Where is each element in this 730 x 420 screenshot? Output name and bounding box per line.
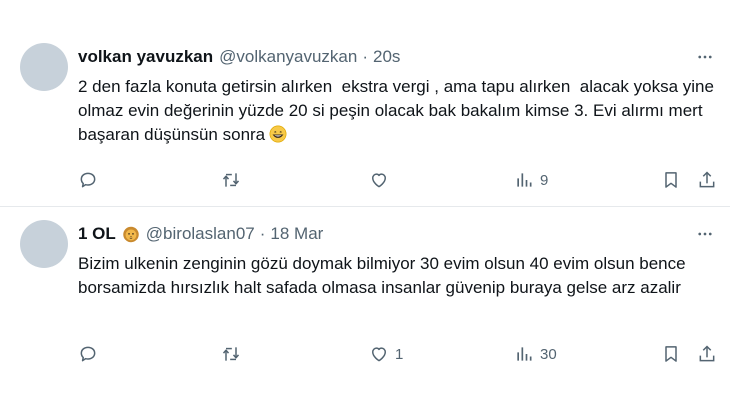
analytics-icon: [517, 173, 532, 187]
analytics-icon: [517, 347, 532, 361]
views-button[interactable]: 30: [514, 342, 557, 366]
reply-button[interactable]: [78, 168, 104, 192]
grinning-face-icon: [269, 125, 287, 143]
lion-face-icon: [123, 226, 139, 243]
author-name[interactable]: volkan yavuzkan: [78, 47, 213, 67]
timestamp[interactable]: 20s: [373, 47, 400, 67]
more-options-icon[interactable]: [694, 223, 716, 245]
timestamp[interactable]: 18 Mar: [270, 224, 323, 244]
heart-icon: [372, 173, 386, 188]
tweet-1[interactable]: volkan yavuzkan @volkanyavuzkan · 20s 2 …: [0, 0, 730, 207]
share-button[interactable]: [697, 342, 717, 366]
separator-dot: ·: [362, 47, 369, 66]
author-name[interactable]: 1 OL: [78, 224, 116, 244]
share-icon: [699, 171, 715, 188]
bookmark-button[interactable]: [661, 342, 681, 366]
view-count: 9: [540, 171, 549, 189]
heart-icon: [372, 347, 386, 362]
retweet-button[interactable]: [221, 168, 247, 192]
reply-button[interactable]: [78, 342, 104, 366]
views-button[interactable]: 9: [514, 168, 548, 192]
tweet-text: Bizim ulkenin zenginin gözü doymak bilmi…: [78, 254, 691, 297]
retweet-button[interactable]: [221, 342, 247, 366]
author-handle[interactable]: @birolaslan07: [146, 224, 255, 244]
retweet-icon: [222, 173, 240, 187]
bookmark-button[interactable]: [661, 168, 681, 192]
retweet-icon: [222, 347, 240, 361]
reply-icon: [80, 172, 96, 188]
separator-dot: ·: [259, 224, 266, 243]
reply-icon: [80, 346, 96, 362]
share-icon: [699, 345, 715, 362]
like-button[interactable]: 1: [369, 342, 403, 366]
avatar[interactable]: [20, 220, 68, 268]
like-count: 1: [395, 345, 404, 363]
tweet-text: 2 den fazla konuta getirsin alırken ekst…: [78, 75, 718, 147]
tweet-header: 1 OL @birolaslan07 · 18 Mar: [78, 223, 323, 245]
author-handle[interactable]: @volkanyavuzkan: [219, 47, 357, 67]
share-button[interactable]: [697, 168, 717, 192]
view-count: 30: [540, 345, 557, 363]
more-options-icon[interactable]: [694, 46, 716, 68]
bookmark-icon: [665, 172, 677, 188]
tweet-text-content: 2 den fazla konuta getirsin alırken ekst…: [78, 77, 719, 144]
like-button[interactable]: [369, 168, 395, 192]
tweet-2[interactable]: 1 OL @birolaslan07 · 18 Mar Bizim ulkeni…: [0, 208, 730, 420]
bookmark-icon: [665, 346, 677, 362]
avatar[interactable]: [20, 43, 68, 91]
tweet-header: volkan yavuzkan @volkanyavuzkan · 20s: [78, 46, 400, 68]
